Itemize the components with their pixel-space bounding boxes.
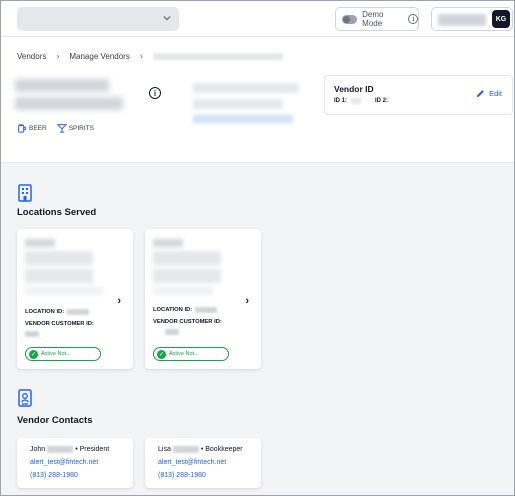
contact-last-name-redacted — [47, 446, 74, 453]
location-card[interactable]: › LOCATION ID: VENDOR CUSTOMER ID: ✓ Act… — [145, 229, 261, 369]
check-circle-icon: ✓ — [29, 349, 38, 359]
vendor-id-values: ID 1: ID 2: — [334, 98, 388, 104]
vendor-id-card: Vendor ID ID 1: ID 2: Edit — [324, 75, 513, 115]
chevron-down-icon — [163, 15, 171, 21]
vendor-customer-id-value-redacted — [165, 329, 179, 335]
location-address-redacted — [25, 287, 103, 295]
contact-name: Lisa • Bookkeeper — [158, 446, 243, 453]
vendor-customer-id-label: VENDOR CUSTOMER ID: — [153, 319, 222, 325]
cocktail-icon — [56, 124, 67, 133]
chevron-right-icon[interactable]: › — [245, 295, 249, 307]
location-select[interactable] — [17, 7, 179, 31]
location-address-redacted — [153, 251, 221, 265]
top-bar: Demo Mode i KG — [1, 1, 514, 37]
chevron-right-icon: › — [139, 51, 143, 61]
locations-served-title: Locations Served — [17, 207, 97, 218]
vendor-name-redacted — [15, 97, 123, 110]
app-window: Demo Mode i KG Vendors › Manage Vendors … — [0, 0, 515, 496]
contact-email-link[interactable]: alert_test@fintech.net — [158, 459, 226, 466]
chevron-right-icon[interactable]: › — [117, 295, 121, 307]
location-id: LOCATION ID: — [25, 309, 90, 315]
vendor-contacts-title: Vendor Contacts — [17, 415, 93, 426]
contact-name: John • President — [30, 446, 109, 453]
breadcrumb-manage-vendors[interactable]: Manage Vendors — [69, 52, 130, 61]
edit-label: Edit — [489, 89, 502, 98]
beer-icon — [18, 124, 26, 133]
id2-label: ID 2: — [375, 98, 389, 104]
contact-first-name: Lisa — [158, 446, 171, 453]
status-label: Active Not... — [169, 351, 199, 357]
contact-role: • President — [75, 446, 110, 453]
vendor-name-redacted — [15, 79, 109, 92]
vendor-customer-id-label: VENDOR CUSTOMER ID: — [25, 321, 94, 327]
location-id-label: LOCATION ID: — [25, 309, 65, 315]
contact-card: John • President alert_test@fintech.net … — [17, 438, 133, 488]
tag-beer: BEER — [17, 123, 47, 133]
demo-mode-toggle[interactable]: Demo Mode i — [335, 7, 419, 31]
demo-mode-label: Demo Mode — [362, 10, 384, 28]
location-address-redacted — [153, 269, 221, 283]
location-address-redacted — [25, 269, 93, 283]
tag-label: BEER — [29, 124, 47, 132]
account-name-redacted — [438, 14, 486, 26]
breadcrumb: Vendors › Manage Vendors › — [17, 51, 283, 61]
contact-phone-link[interactable]: (813) 288-1980 — [30, 472, 78, 479]
id1-label: ID 1: — [334, 98, 348, 104]
vendor-website-redacted[interactable] — [193, 115, 293, 123]
info-icon[interactable]: i — [408, 14, 418, 24]
contact-first-name: John — [30, 446, 46, 453]
account-menu[interactable]: KG — [431, 7, 513, 31]
id1-value-redacted — [351, 98, 362, 104]
contact-email-link[interactable]: alert_test@fintech.net — [30, 459, 98, 466]
vendor-id-title: Vendor ID — [334, 84, 374, 94]
status-label: Active Not... — [41, 351, 71, 357]
breadcrumb-vendors[interactable]: Vendors — [17, 52, 46, 61]
vendor-address-redacted — [193, 83, 299, 93]
vendor-header: i BEER SPIRITS Vendor ID ID 1: ID 2: Edi… — [1, 67, 514, 163]
pencil-icon — [476, 90, 484, 98]
location-card[interactable]: › LOCATION ID: VENDOR CUSTOMER ID: ✓ Act… — [17, 229, 133, 369]
location-address-redacted — [153, 287, 213, 295]
check-circle-icon: ✓ — [157, 349, 166, 359]
info-icon[interactable]: i — [149, 87, 161, 99]
contact-role: • Bookkeeper — [200, 446, 243, 453]
contact-card: Lisa • Bookkeeper alert_test@fintech.net… — [145, 438, 261, 488]
breadcrumb-current-redacted — [152, 52, 283, 60]
tag-spirits: SPIRITS — [56, 123, 94, 133]
vendor-details: Locations Served › LOCATION ID: VENDOR C… — [1, 163, 514, 495]
location-id-label: LOCATION ID: — [153, 307, 193, 313]
vendor-tags: BEER SPIRITS — [17, 123, 94, 133]
chevron-right-icon: › — [56, 51, 60, 61]
contact-phone-link[interactable]: (813) 288-1980 — [158, 472, 206, 479]
status-badge: ✓ Active Not... — [153, 347, 229, 361]
location-id-value-redacted — [67, 309, 90, 315]
location-name-redacted — [25, 239, 55, 247]
contact-card-icon — [18, 389, 32, 407]
location-address-redacted — [25, 251, 93, 265]
location-name-redacted — [153, 239, 183, 247]
vendor-customer-id-value-redacted — [25, 331, 39, 337]
toggle-switch[interactable] — [342, 14, 358, 24]
vendor-address-redacted — [193, 99, 283, 109]
status-badge: ✓ Active Not... — [25, 347, 101, 361]
tag-label: SPIRITS — [68, 124, 94, 132]
contact-last-name-redacted — [172, 446, 199, 453]
avatar[interactable]: KG — [492, 10, 510, 28]
edit-button[interactable]: Edit — [476, 89, 502, 98]
location-id: LOCATION ID: — [153, 307, 218, 313]
building-icon — [18, 184, 32, 202]
location-id-value-redacted — [195, 307, 218, 313]
